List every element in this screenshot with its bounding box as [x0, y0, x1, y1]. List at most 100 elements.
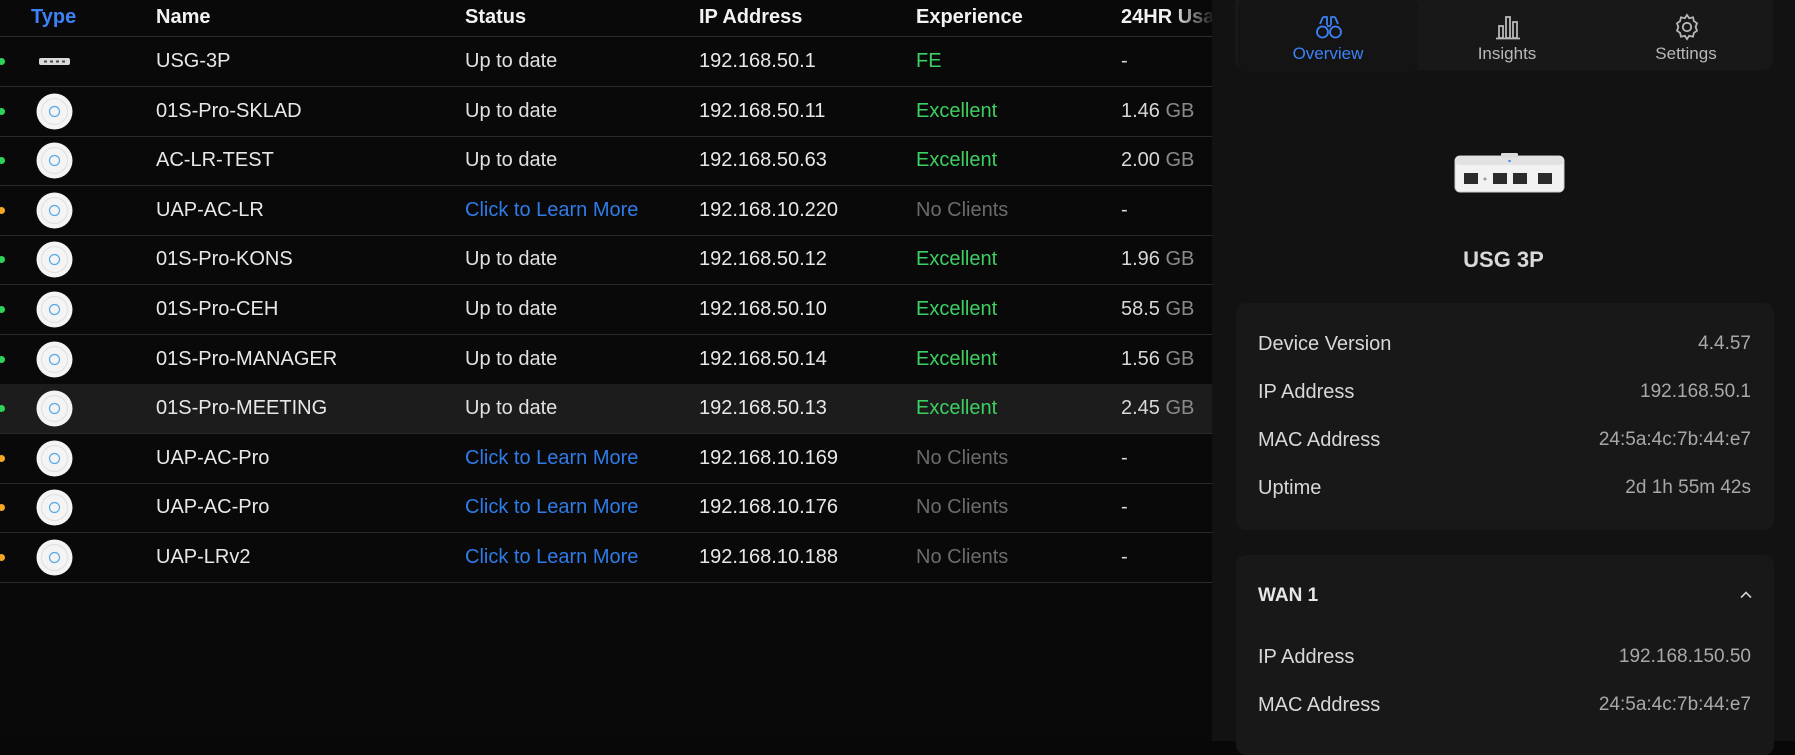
- table-row[interactable]: UAP-LRv2 Click to Learn More 192.168.10.…: [0, 533, 1212, 583]
- status-dot: [0, 256, 5, 264]
- table-row[interactable]: UAP-AC-Pro Click to Learn More 192.168.1…: [0, 483, 1212, 534]
- device-name: 01S-Pro-SKLAD: [156, 99, 302, 122]
- experience-value: No Clients: [916, 198, 1009, 221]
- learn-more-link[interactable]: Click to Learn More: [465, 447, 638, 470]
- status-dot: [0, 504, 5, 512]
- device-ip: 192.168.10.169: [699, 446, 839, 469]
- device-ip: 192.168.50.1: [699, 50, 816, 72]
- experience-value: Excellent: [916, 347, 998, 370]
- device-ip: 192.168.50.14: [699, 347, 827, 370]
- usage-unit: GB: [1165, 149, 1195, 172]
- table-row[interactable]: UAP-AC-Pro Click to Learn More 192.168.1…: [0, 434, 1212, 484]
- usage-value: 2.45 GB: [1121, 397, 1194, 420]
- device-ip: 192.168.50.10: [699, 298, 827, 320]
- tab-overview[interactable]: Overview: [1238, 0, 1418, 72]
- access-point-type-icon: [36, 142, 73, 179]
- info-label: MAC Address: [1258, 694, 1381, 716]
- table-row[interactable]: 01S-Pro-KONS Up to date 192.168.50.12 Ex…: [0, 235, 1212, 286]
- tab-insights-label: Insights: [1477, 44, 1537, 63]
- bar-chart-icon: [1496, 16, 1520, 40]
- learn-more-link[interactable]: Click to Learn More: [465, 546, 638, 569]
- status-dot: [0, 355, 5, 363]
- usage-value: -: [1121, 546, 1128, 569]
- usage-unit: GB: [1165, 248, 1195, 271]
- experience-value: No Clients: [916, 496, 1009, 519]
- chevron-up-icon[interactable]: [1736, 585, 1756, 605]
- firmware-status: Up to date: [465, 397, 558, 420]
- tab-insights[interactable]: Insights: [1417, 0, 1597, 72]
- device-ip: 192.168.50.11: [699, 99, 826, 122]
- usage-value: -: [1121, 50, 1128, 73]
- device-name: USG-3P: [156, 50, 231, 72]
- usage-amount: 58.5: [1121, 298, 1160, 320]
- usage-amount: 1.46: [1121, 99, 1160, 122]
- table-row[interactable]: 01S-Pro-MEETING Up to date 192.168.50.13…: [0, 384, 1212, 435]
- firmware-status: Up to date: [465, 50, 558, 72]
- panel-tab-bar: Overview Insights Settings: [1235, 0, 1776, 72]
- info-value: 192.168.150.50: [1618, 646, 1751, 667]
- info-value: 2d 1h 55m 42s: [1625, 477, 1751, 498]
- info-value: 24:5a:4c:7b:44:e7: [1598, 694, 1751, 715]
- usage-value: -: [1121, 496, 1128, 519]
- usage-value: 1.96 GB: [1121, 248, 1194, 271]
- device-ip: 192.168.50.13: [699, 397, 827, 420]
- firmware-status: Up to date: [465, 298, 558, 320]
- wan-info-row: MAC Address 24:5a:4c:7b:44:e7: [1236, 694, 1774, 724]
- usg-device-image: [1454, 153, 1565, 193]
- access-point-type-icon: [36, 341, 73, 378]
- device-ip: 192.168.10.176: [699, 496, 839, 519]
- learn-more-link[interactable]: Click to Learn More: [465, 199, 638, 222]
- access-point-type-icon: [36, 192, 73, 229]
- device-ip: 192.168.50.12: [699, 248, 827, 271]
- table-row[interactable]: UAP-AC-LR Click to Learn More 192.168.10…: [0, 186, 1212, 236]
- status-dot: [0, 454, 5, 462]
- device-info-card: Device Version 4.4.57 IP Address 192.168.…: [1236, 303, 1774, 530]
- access-point-type-icon: [36, 93, 73, 130]
- table-row[interactable]: 01S-Pro-CEH Up to date 192.168.50.10 Exc…: [0, 285, 1212, 335]
- experience-value: Excellent: [916, 397, 998, 420]
- column-header-ip-address[interactable]: IP Address: [699, 6, 802, 29]
- status-dot: [0, 58, 5, 65]
- tab-overview-label: Overview: [1292, 44, 1364, 63]
- usage-value: -: [1121, 199, 1128, 222]
- usage-unit: GB: [1165, 397, 1195, 420]
- usage-amount: 1.96: [1121, 248, 1160, 271]
- device-detail-panel: Overview Insights Settings USG 3P Device…: [1212, 0, 1795, 755]
- learn-more-link[interactable]: Click to Learn More: [465, 496, 638, 519]
- table-row[interactable]: 01S-Pro-SKLAD Up to date 192.168.50.11 E…: [0, 87, 1212, 137]
- device-info-row: MAC Address 24:5a:4c:7b:44:e7: [1236, 429, 1774, 459]
- column-header-24hr-usage[interactable]: 24HR Usage: [1121, 6, 1212, 29]
- info-value: 4.4.57: [1698, 333, 1751, 354]
- experience-value: No Clients: [916, 546, 1009, 568]
- device-ip: 192.168.10.188: [699, 546, 839, 568]
- table-row[interactable]: USG-3P Up to date 192.168.50.1 FE -: [0, 37, 1212, 87]
- access-point-type-icon: [36, 440, 73, 477]
- device-info-row: Device Version 4.4.57: [1236, 333, 1774, 363]
- status-dot: [0, 554, 5, 561]
- table-row[interactable]: 01S-Pro-MANAGER Up to date 192.168.50.14…: [0, 335, 1212, 385]
- tab-settings[interactable]: Settings: [1596, 0, 1776, 72]
- column-header-experience[interactable]: Experience: [916, 6, 1023, 29]
- info-label: IP Address: [1258, 381, 1355, 403]
- experience-value: Excellent: [916, 99, 998, 122]
- firmware-status: Up to date: [465, 248, 558, 271]
- column-header-type[interactable]: Type: [31, 6, 76, 29]
- access-point-type-icon: [36, 539, 73, 576]
- status-dot: [0, 107, 5, 115]
- table-row[interactable]: AC-LR-TEST Up to date 192.168.50.63 Exce…: [0, 136, 1212, 187]
- firmware-status: Up to date: [465, 149, 558, 172]
- device-name: AC-LR-TEST: [156, 149, 274, 172]
- status-dot: [0, 157, 5, 165]
- usage-amount: 2.00: [1121, 149, 1160, 172]
- device-name: UAP-AC-LR: [156, 198, 264, 221]
- info-value: 192.168.50.1: [1640, 381, 1751, 402]
- device-ip: 192.168.50.63: [699, 149, 827, 172]
- usage-unit: GB: [1165, 99, 1195, 122]
- usage-unit: GB: [1165, 347, 1195, 370]
- device-name: UAP-AC-Pro: [156, 496, 270, 519]
- column-header-name[interactable]: Name: [156, 6, 210, 29]
- wan-title: WAN 1: [1258, 585, 1319, 606]
- firmware-status: Up to date: [465, 99, 558, 122]
- info-value: 24:5a:4c:7b:44:e7: [1598, 429, 1751, 450]
- column-header-status[interactable]: Status: [465, 6, 526, 29]
